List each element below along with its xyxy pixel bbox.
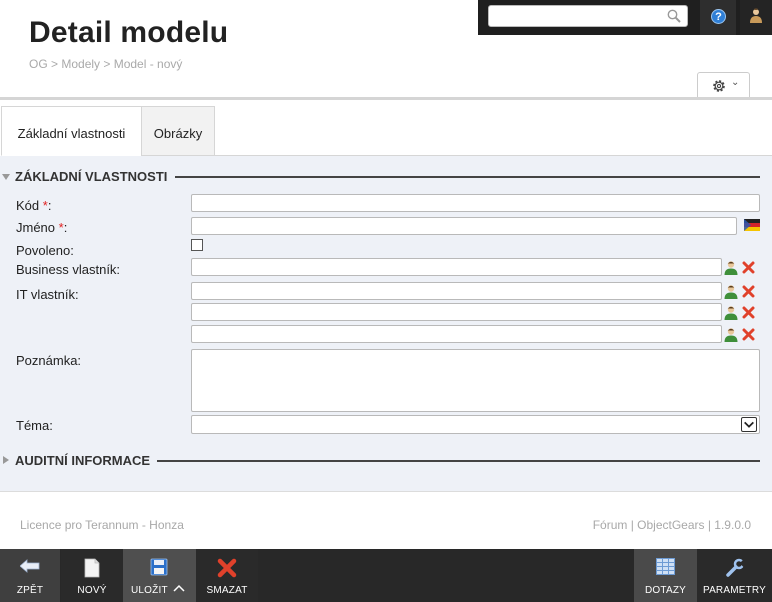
back-arrow-icon xyxy=(20,559,40,573)
breadcrumb[interactable]: OG > Modely > Model - nový xyxy=(29,57,182,71)
code-field-box xyxy=(191,194,760,212)
enabled-checkbox[interactable] xyxy=(191,239,203,251)
select-user-icon[interactable] xyxy=(724,305,738,320)
top-bar: ? xyxy=(478,0,772,35)
name-label: Jméno *: xyxy=(16,220,68,235)
license-text: Licence pro Terannum - Honza xyxy=(20,518,184,532)
settings-menu-button[interactable]: ⌄ xyxy=(697,72,750,98)
gear-icon xyxy=(713,80,725,92)
section-title: AUDITNÍ INFORMACE xyxy=(15,453,151,468)
remove-icon[interactable] xyxy=(742,328,755,341)
help-icon: ? xyxy=(711,9,726,24)
search-box[interactable] xyxy=(488,5,688,27)
theme-label: Téma: xyxy=(16,418,53,433)
queries-label: DOTAZY xyxy=(644,585,686,596)
code-label: Kód *: xyxy=(16,198,52,213)
code-input[interactable] xyxy=(192,195,759,211)
select-user-icon[interactable] xyxy=(724,284,738,299)
new-label: NOVÝ xyxy=(77,585,107,596)
collapse-triangle-icon xyxy=(2,174,10,180)
search-icon[interactable] xyxy=(667,9,681,23)
delete-label: SMAZAT xyxy=(206,585,248,596)
queries-button[interactable]: DOTAZY xyxy=(634,549,697,602)
form-content: ZÁKLADNÍ VLASTNOSTI Kód *: Jméno *: Povo… xyxy=(0,156,772,491)
name-input[interactable] xyxy=(192,218,736,234)
tab-basic-properties[interactable]: Základní vlastnosti xyxy=(1,106,142,156)
select-user-icon[interactable] xyxy=(724,260,738,275)
it-owner-input-2[interactable] xyxy=(192,304,721,320)
floppy-disk-icon xyxy=(150,558,168,576)
new-button[interactable]: NOVÝ xyxy=(61,549,123,602)
section-divider xyxy=(175,176,760,178)
page-title: Detail modelu xyxy=(29,16,229,49)
save-label: ULOŽIT xyxy=(131,585,168,596)
it-owner-field-box-1 xyxy=(191,282,722,300)
back-label: ZPĚT xyxy=(16,585,44,596)
remove-icon[interactable] xyxy=(742,285,755,298)
tab-images[interactable]: Obrázky xyxy=(141,106,215,156)
tab-bar: Základní vlastnosti Obrázky xyxy=(0,100,772,156)
theme-select[interactable] xyxy=(191,415,760,434)
parameters-button[interactable]: PARAMETRY xyxy=(697,549,772,602)
language-flag-icon[interactable] xyxy=(744,219,760,231)
business-owner-label: Business vlastník: xyxy=(16,262,121,277)
business-owner-input[interactable] xyxy=(192,259,721,275)
it-owner-input-1[interactable] xyxy=(192,283,721,299)
wrench-icon xyxy=(726,558,745,577)
help-button[interactable]: ? xyxy=(700,0,736,35)
new-document-icon xyxy=(84,558,100,578)
user-icon xyxy=(750,8,762,23)
it-owner-label: IT vlastník: xyxy=(16,287,79,302)
delete-x-icon xyxy=(217,558,237,578)
select-user-icon[interactable] xyxy=(724,327,738,342)
user-button[interactable] xyxy=(740,0,772,35)
note-field-box xyxy=(191,349,760,412)
bottom-toolbar: ZPĚT NOVÝ ULOŽIT SMAZAT DOTAZY PARAMETRY xyxy=(0,549,772,602)
back-button[interactable]: ZPĚT xyxy=(0,549,60,602)
note-label: Poznámka: xyxy=(16,353,82,368)
save-button[interactable]: ULOŽIT xyxy=(123,549,196,602)
business-owner-field-box xyxy=(191,258,722,276)
remove-icon[interactable] xyxy=(742,306,755,319)
chevron-down-icon: ⌄ xyxy=(731,77,740,88)
section-title: ZÁKLADNÍ VLASTNOSTI xyxy=(15,169,168,184)
enabled-label: Povoleno: xyxy=(16,243,74,258)
footer-links[interactable]: Fórum | ObjectGears | 1.9.0.0 xyxy=(593,518,751,532)
note-textarea[interactable] xyxy=(192,350,759,411)
footer-divider xyxy=(0,491,772,492)
parameters-label: PARAMETRY xyxy=(702,585,767,596)
name-field-box xyxy=(191,217,737,235)
it-owner-field-box-2 xyxy=(191,303,722,321)
expand-triangle-icon xyxy=(3,456,9,464)
it-owner-input-3[interactable] xyxy=(192,326,721,342)
section-divider xyxy=(157,460,760,462)
chevron-up-icon[interactable] xyxy=(173,584,185,592)
it-owner-field-box-3 xyxy=(191,325,722,343)
dropdown-arrow-icon[interactable] xyxy=(741,417,757,432)
search-input[interactable] xyxy=(493,8,661,24)
remove-icon[interactable] xyxy=(742,261,755,274)
delete-button[interactable]: SMAZAT xyxy=(196,549,258,602)
table-grid-icon xyxy=(656,558,675,575)
